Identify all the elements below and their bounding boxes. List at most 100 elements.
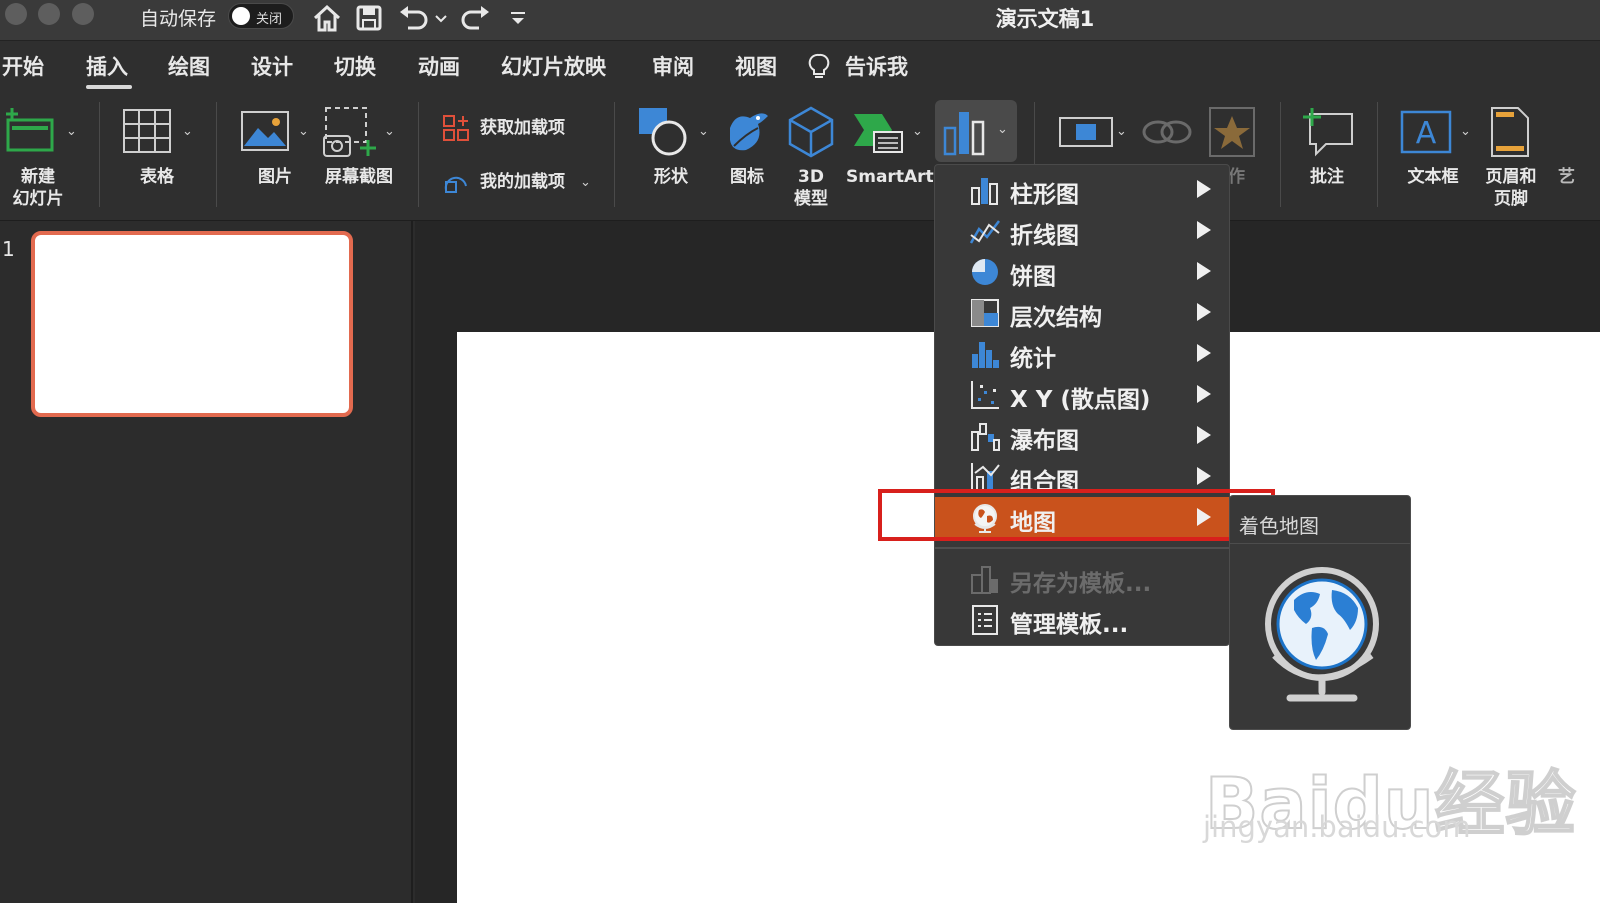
menu-item-label: 另存为模板... <box>1010 571 1152 597</box>
menu-item-label: X Y (散点图) <box>1010 387 1151 413</box>
overflow-label: 艺 <box>1558 167 1575 187</box>
link-icon <box>1140 112 1194 156</box>
tab-slideshow[interactable]: 幻灯片放映 <box>501 51 606 81</box>
hierarchy-chart-icon <box>971 299 999 327</box>
comment-label: 批注 <box>1310 167 1344 187</box>
tab-insert[interactable]: 插入 <box>86 51 128 81</box>
new-slide-icon[interactable] <box>4 106 64 160</box>
my-addins-dropdown-icon[interactable]: ⌄ <box>580 175 591 190</box>
menu-item-pie-chart[interactable]: 饼图 <box>935 251 1229 292</box>
textbox-label: 文本框 <box>1407 167 1459 187</box>
submenu-arrow-icon <box>1197 180 1211 198</box>
menu-item-hierarchy-chart[interactable]: 层次结构 <box>935 292 1229 333</box>
textbox-icon[interactable]: A <box>1398 108 1454 160</box>
smartart-dropdown-icon[interactable]: ⌄ <box>912 124 923 139</box>
tab-animations[interactable]: 动画 <box>418 51 460 81</box>
screenshot-dropdown-icon[interactable]: ⌄ <box>384 124 395 139</box>
chart-dropdown-icon[interactable]: ⌄ <box>997 122 1008 137</box>
submenu-arrow-icon <box>1197 262 1211 280</box>
menu-item-waterfall-chart[interactable]: 瀑布图 <box>935 415 1229 456</box>
menu-item-label: 折线图 <box>1010 223 1079 249</box>
submenu-title: 着色地图 <box>1239 514 1319 538</box>
tab-design[interactable]: 设计 <box>251 51 293 81</box>
menu-divider <box>935 547 1229 549</box>
active-tab-indicator <box>86 85 132 89</box>
scatter-chart-icon <box>971 381 999 409</box>
line-chart-icon <box>969 220 1000 244</box>
object-dropdown-icon[interactable]: ⌄ <box>1116 124 1127 139</box>
manage-templates-icon <box>972 605 998 635</box>
picture-dropdown-icon[interactable]: ⌄ <box>298 124 309 139</box>
ribbon-divider <box>1280 102 1281 207</box>
lightbulb-icon <box>808 53 830 85</box>
object-icon[interactable] <box>1058 112 1114 156</box>
shapes-dropdown-icon[interactable]: ⌄ <box>698 124 709 139</box>
3d-model-icon[interactable] <box>788 106 834 162</box>
shapes-icon[interactable] <box>637 106 693 162</box>
menu-item-scatter-chart[interactable]: X Y (散点图) <box>935 374 1229 415</box>
menu-item-label: 层次结构 <box>1010 305 1102 331</box>
ribbon-divider <box>99 102 100 207</box>
submenu-arrow-icon <box>1197 344 1211 362</box>
tab-review[interactable]: 审阅 <box>652 51 694 81</box>
statistic-chart-icon <box>972 342 999 368</box>
submenu-arrow-icon <box>1197 467 1211 485</box>
get-addins-icon[interactable] <box>442 114 470 146</box>
ribbon-divider <box>614 102 615 207</box>
menu-item-label: 管理模板... <box>1010 612 1129 638</box>
ribbon-divider <box>418 102 419 207</box>
menu-item-label: 柱形图 <box>1010 182 1079 208</box>
menu-item-manage-templates[interactable]: 管理模板... <box>935 599 1229 640</box>
tab-view[interactable]: 视图 <box>735 51 777 81</box>
document-title: 演示文稿1 <box>995 7 1095 31</box>
submenu-divider <box>1230 543 1410 544</box>
menu-item-label: 饼图 <box>1010 264 1056 290</box>
tell-me-search[interactable]: 告诉我 <box>845 51 908 81</box>
picture-icon[interactable] <box>240 110 290 156</box>
comment-icon[interactable] <box>1300 106 1356 162</box>
header-footer-icon[interactable] <box>1490 106 1530 162</box>
icons-label: 图标 <box>730 167 764 187</box>
table-dropdown-icon[interactable]: ⌄ <box>182 124 193 139</box>
globe-icon[interactable] <box>1254 558 1388 718</box>
chart-button[interactable]: ⌄ <box>935 100 1017 162</box>
smartart-icon[interactable] <box>852 108 908 160</box>
action-label: 作 <box>1228 167 1245 187</box>
icons-icon[interactable] <box>722 106 772 162</box>
menu-item-label: 瀑布图 <box>1010 428 1079 454</box>
menu-item-statistic-chart[interactable]: 统计 <box>935 333 1229 374</box>
smartart-label: SmartArt <box>846 167 934 187</box>
submenu-arrow-icon <box>1197 426 1211 444</box>
menu-item-label: 统计 <box>1010 346 1056 372</box>
table-icon[interactable] <box>122 106 172 160</box>
new-slide-dropdown-icon[interactable]: ⌄ <box>66 124 77 139</box>
my-addins-icon[interactable] <box>442 168 470 200</box>
get-addins-label[interactable]: 获取加载项 <box>480 117 565 139</box>
tab-bar: 开始 插入 绘图 设计 切换 动画 幻灯片放映 审阅 视图 告诉我 <box>0 41 1600 95</box>
textbox-dropdown-icon[interactable]: ⌄ <box>1460 124 1471 139</box>
my-addins-label[interactable]: 我的加载项 <box>480 171 565 193</box>
tab-home[interactable]: 开始 <box>2 51 44 81</box>
tab-transitions[interactable]: 切换 <box>334 51 376 81</box>
svg-text:A: A <box>1416 116 1437 151</box>
submenu-arrow-icon <box>1197 303 1211 321</box>
pie-chart-icon <box>972 259 998 285</box>
slide-number: 1 <box>2 237 15 261</box>
tab-draw[interactable]: 绘图 <box>168 51 210 81</box>
3d-model-label: 3D 模型 <box>794 167 828 209</box>
menu-item-line-chart[interactable]: 折线图 <box>935 210 1229 251</box>
menu-item-column-chart[interactable]: 柱形图 <box>935 169 1229 210</box>
header-footer-label: 页眉和 页脚 <box>1485 167 1537 209</box>
ribbon-divider <box>1377 102 1378 207</box>
slide-thumbnail[interactable] <box>31 231 353 417</box>
new-slide-label: 新建 幻灯片 <box>12 167 64 209</box>
table-label: 表格 <box>140 167 174 187</box>
waterfall-chart-icon <box>971 423 1000 451</box>
save-template-icon <box>971 566 998 594</box>
menu-item-save-as-template: 另存为模板... <box>935 558 1229 599</box>
screenshot-label: 屏幕截图 <box>325 167 393 187</box>
column-chart-icon <box>971 178 998 205</box>
screenshot-icon[interactable] <box>322 106 378 162</box>
watermark-url: jingyan.baidu.com <box>1203 810 1471 844</box>
action-icon <box>1208 106 1256 162</box>
